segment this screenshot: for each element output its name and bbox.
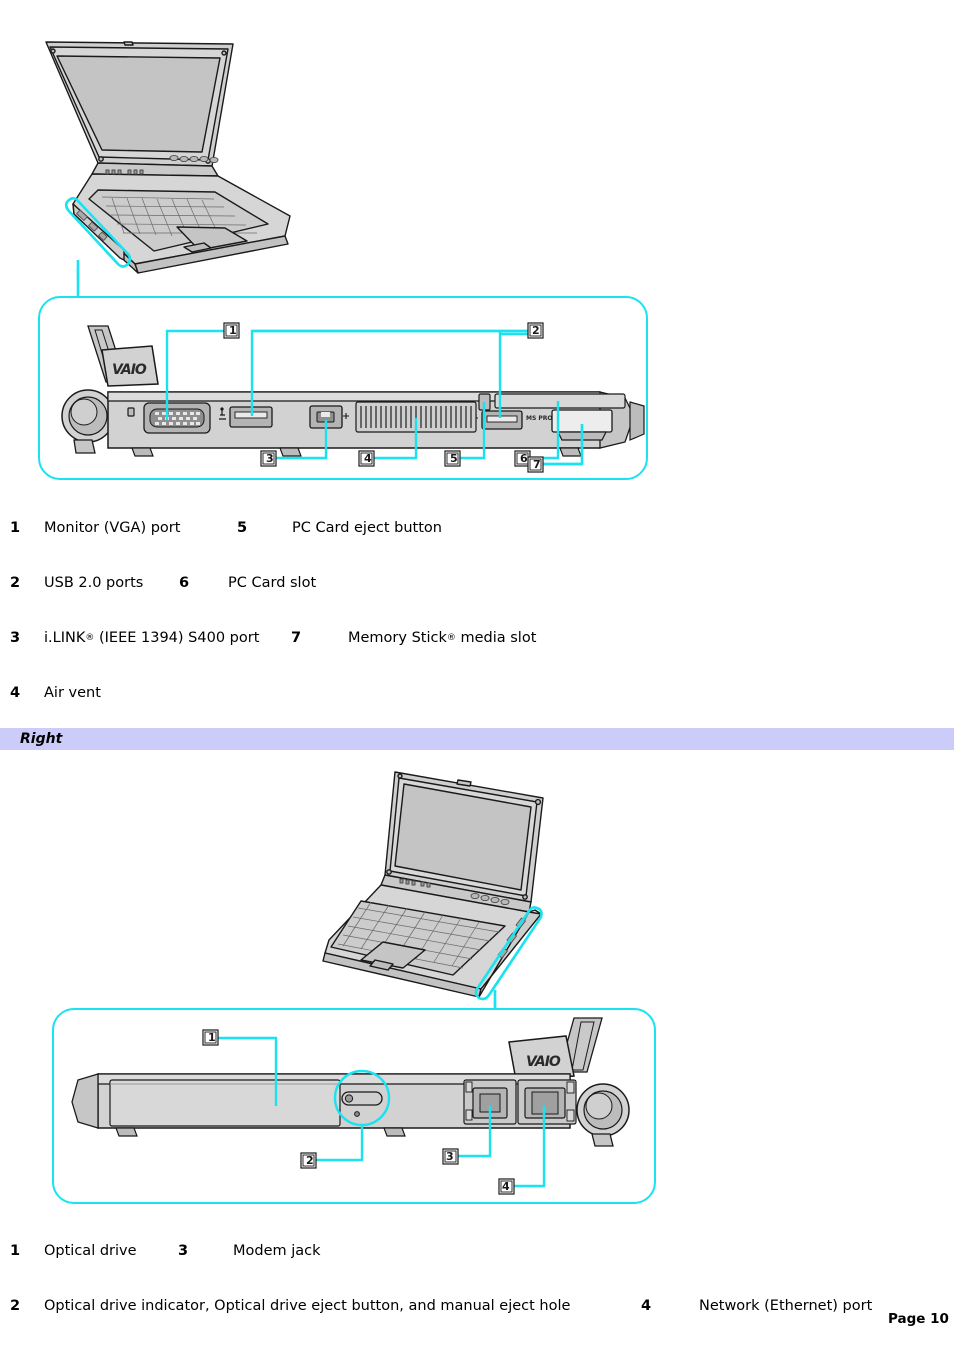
part-label: Network (Ethernet) port [699, 1298, 873, 1314]
part-number: 2 [10, 575, 21, 591]
part-label: PC Card eject button [292, 520, 442, 536]
svg-text:1: 1 [208, 1031, 216, 1044]
section-band-right: Right [0, 728, 954, 750]
callout-marker-7: 7 [527, 456, 544, 473]
part-label: USB 2.0 ports [44, 575, 144, 591]
callout-marker-4: 4 [498, 1178, 515, 1195]
part-number: 4 [10, 685, 21, 701]
left-side-detail-panel: .bdy { fill:#d2d2d2; stroke:#1a1a1a; str… [38, 296, 648, 480]
part-label-pre: Memory Stick [348, 630, 447, 646]
svg-text:2: 2 [532, 324, 540, 337]
part-label: Air vent [44, 685, 101, 701]
page-number: Page 10 [888, 1311, 949, 1327]
part-label: Optical drive indicator, Optical drive e… [44, 1298, 571, 1314]
ethernet-port [517, 1079, 577, 1125]
svg-text:7: 7 [533, 458, 541, 471]
part-number: 6 [179, 575, 190, 591]
registered-mark: ® [446, 633, 456, 643]
part-row: 1 Monitor (VGA) port 5 PC Card eject but… [0, 520, 954, 575]
part-number: 4 [641, 1298, 652, 1314]
svg-text:VAIO: VAIO [526, 1054, 561, 1070]
pc-card-slot [494, 393, 626, 409]
right-side-port-diagram: .b1 { fill:#d2d2d2; stroke:#1a1a1a; stro… [71, 1017, 630, 1195]
callout-marker-1: 1 [202, 1029, 219, 1046]
part-label: Modem jack [233, 1243, 321, 1259]
part-number: 1 [10, 1243, 21, 1259]
right-side-parts-list: 1 Optical drive 3 Modem jack 2 Optical d… [0, 1243, 954, 1353]
part-row: 1 Optical drive 3 Modem jack [0, 1243, 954, 1298]
part-label-post: (IEEE 1394) S400 port [94, 630, 260, 646]
part-number: 3 [10, 630, 21, 646]
svg-text:5: 5 [450, 452, 458, 465]
part-number: 5 [237, 520, 248, 536]
part-label: Monitor (VGA) port [44, 520, 181, 536]
callout-marker-2: 2 [300, 1152, 317, 1169]
callout-marker-2: 2 [527, 322, 544, 339]
svg-text:2: 2 [306, 1154, 314, 1167]
registered-mark: ® [85, 633, 95, 643]
part-number: 7 [291, 630, 302, 646]
vga-port [143, 402, 211, 434]
svg-text:3: 3 [446, 1150, 454, 1163]
left-side-parts-list: 1 Monitor (VGA) port 5 PC Card eject but… [0, 520, 954, 740]
laptop-perspective-illustration-left [32, 18, 302, 283]
part-label: Optical drive [44, 1243, 137, 1259]
svg-text:4: 4 [502, 1180, 510, 1193]
part-label: Memory Stick® media slot [348, 630, 536, 647]
part-number: 3 [178, 1243, 189, 1259]
callout-marker-5: 5 [444, 450, 461, 467]
svg-text:3: 3 [266, 452, 274, 465]
part-row: 3 i.LINK® (IEEE 1394) S400 port 7 Memory… [0, 630, 954, 685]
svg-text:1: 1 [229, 324, 237, 337]
part-label: i.LINK® (IEEE 1394) S400 port [44, 630, 291, 647]
svg-text:4: 4 [364, 452, 372, 465]
part-row: 2 USB 2.0 ports 6 PC Card slot [0, 575, 954, 630]
laptop-perspective-illustration-right [303, 762, 603, 1012]
part-number: 1 [10, 520, 21, 536]
svg-text:6: 6 [520, 452, 528, 465]
part-label-pre: i.LINK [44, 630, 86, 646]
part-label: PC Card slot [228, 575, 317, 591]
callout-marker-4: 4 [358, 450, 375, 467]
callout-marker-3: 3 [260, 450, 277, 467]
part-label-post: media slot [455, 630, 537, 646]
callout-marker-3: 3 [442, 1148, 459, 1165]
right-side-detail-panel: .b1 { fill:#d2d2d2; stroke:#1a1a1a; stro… [52, 1008, 656, 1204]
part-number: 2 [10, 1298, 21, 1314]
svg-text:VAIO: VAIO [112, 362, 147, 378]
optical-drive [109, 1079, 341, 1127]
section-title: Right [20, 731, 63, 747]
svg-text:MS PRO: MS PRO [526, 415, 553, 422]
callout-marker-1: 1 [223, 322, 240, 339]
part-row: 2 Optical drive indicator, Optical drive… [0, 1298, 954, 1353]
left-side-port-diagram: .bdy { fill:#d2d2d2; stroke:#1a1a1a; str… [61, 322, 645, 473]
